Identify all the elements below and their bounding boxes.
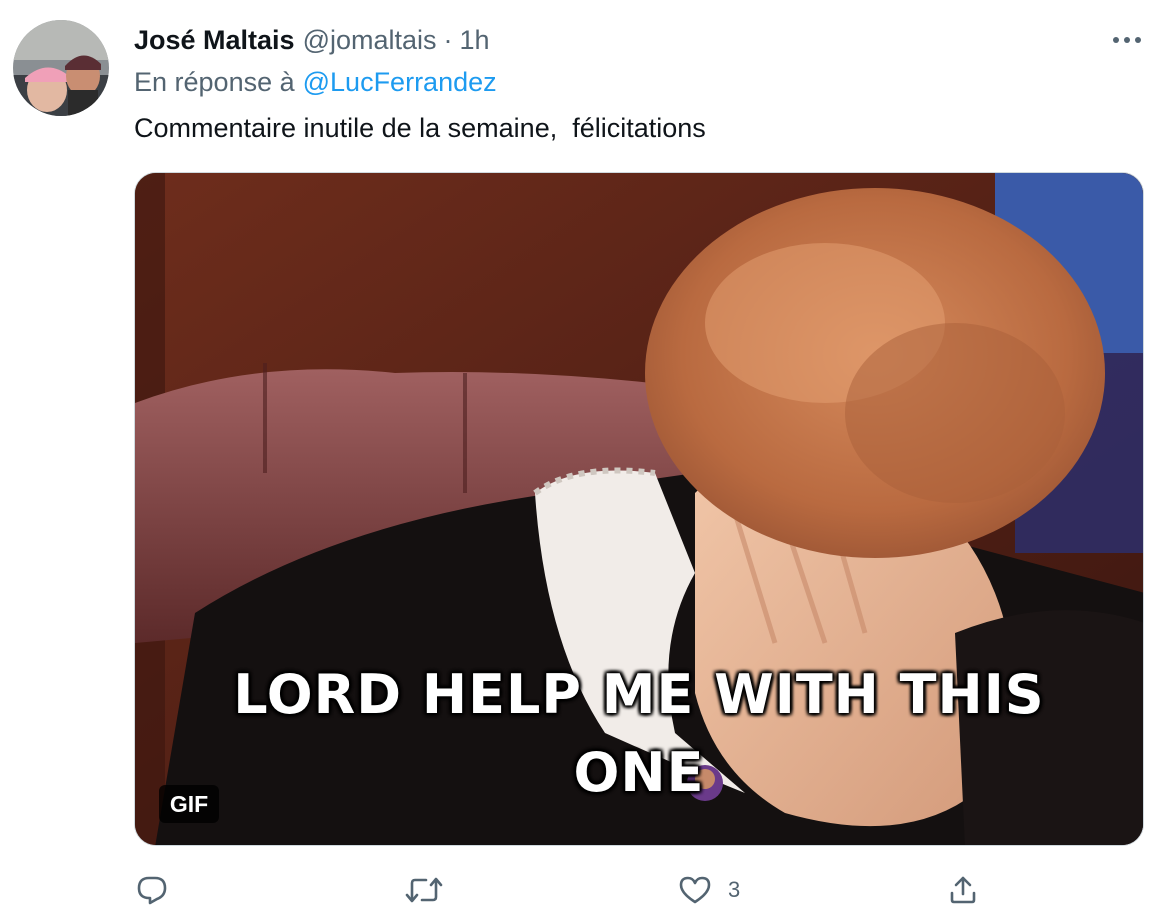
like-button[interactable]: 3: [678, 866, 740, 914]
author-display-name[interactable]: José Maltais: [134, 25, 295, 56]
tweet-header: José Maltais @jomaltais · 1h: [134, 22, 490, 58]
retweet-button[interactable]: [404, 866, 444, 914]
reply-prefix: En réponse à: [134, 66, 295, 97]
share-button[interactable]: [947, 866, 979, 914]
share-icon: [947, 874, 979, 906]
gif-media[interactable]: LORD HELP ME WITH THIS ONE GIF: [134, 172, 1144, 846]
tweet-card[interactable]: José Maltais @jomaltais · 1h En réponse …: [0, 0, 1166, 914]
reply-icon: [136, 875, 168, 905]
gif-caption-line2: ONE: [573, 741, 705, 804]
reply-mention-link[interactable]: @LucFerrandez: [303, 67, 497, 98]
tweet-action-bar: 3: [0, 866, 1166, 914]
retweet-icon: [404, 875, 444, 905]
author-handle[interactable]: @jomaltais: [303, 25, 437, 56]
more-options-button[interactable]: [1102, 22, 1152, 58]
tweet-timestamp[interactable]: 1h: [460, 25, 490, 56]
header-separator: ·: [443, 24, 453, 55]
gif-caption-line1: LORD HELP ME WITH THIS: [233, 663, 1045, 726]
avatar[interactable]: [13, 20, 109, 116]
reply-context: En réponse à @LucFerrandez: [134, 64, 497, 100]
heart-icon: [678, 875, 712, 905]
tweet-text: Commentaire inutile de la semaine, félic…: [134, 113, 706, 143]
gif-badge: GIF: [159, 785, 219, 823]
like-count: 3: [728, 877, 741, 902]
reply-button[interactable]: [136, 866, 168, 914]
more-options-icon: [1112, 31, 1142, 49]
